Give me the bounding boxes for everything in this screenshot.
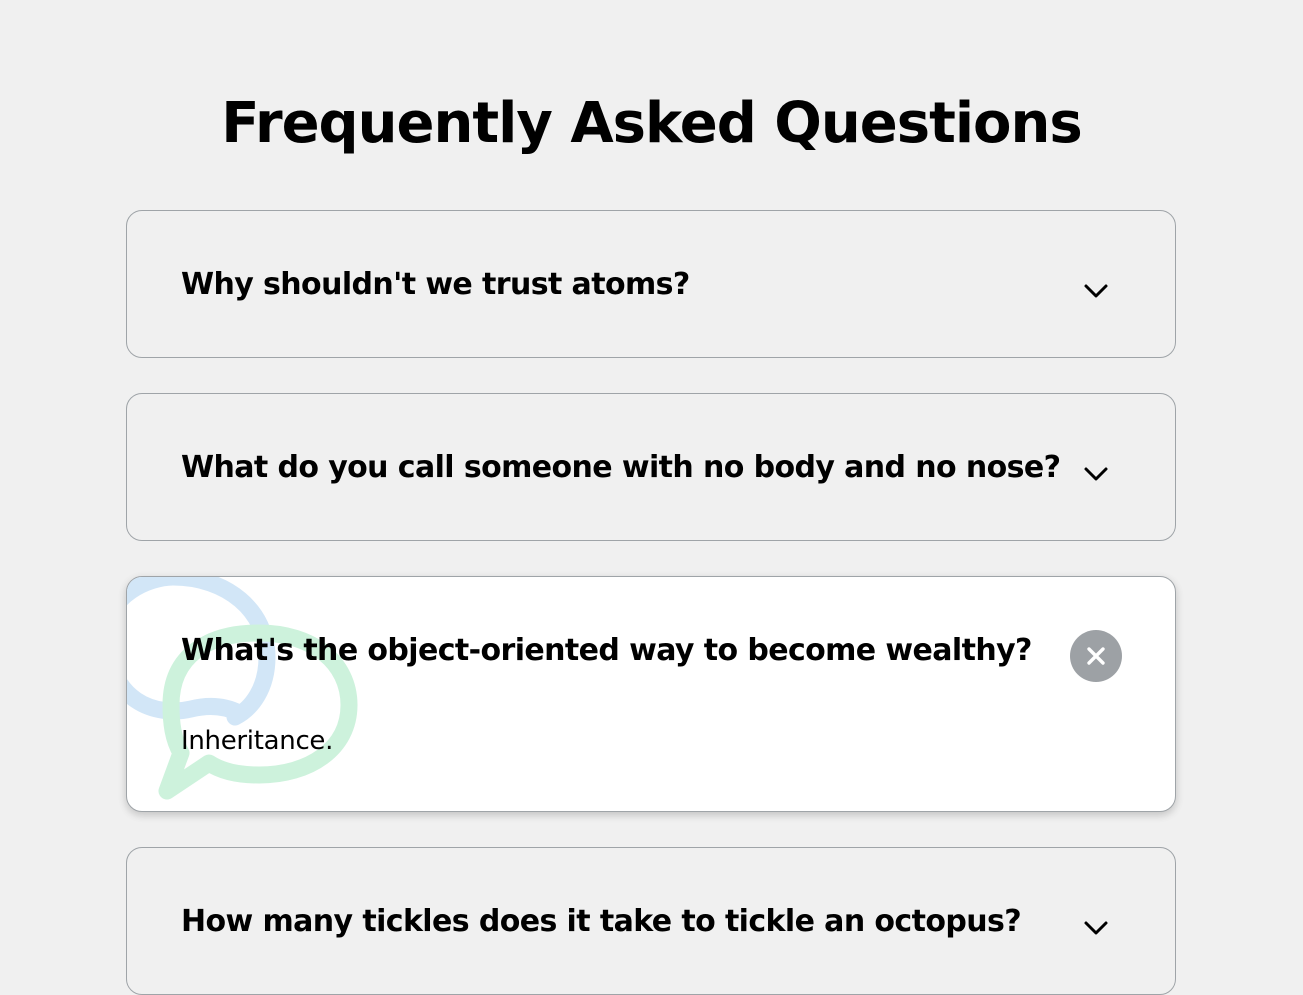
- faq-item[interactable]: What do you call someone with no body an…: [126, 393, 1176, 541]
- faq-toggle-button[interactable]: [1070, 902, 1122, 954]
- faq-toggle-button[interactable]: [1070, 265, 1122, 317]
- faq-item-active[interactable]: What's the object-oriented way to become…: [126, 576, 1176, 812]
- faq-toggle-button[interactable]: [1070, 448, 1122, 500]
- faq-question[interactable]: Why shouldn't we trust atoms?: [181, 265, 690, 305]
- page-title: Frequently Asked Questions: [221, 91, 1082, 156]
- close-icon: [1087, 647, 1105, 665]
- faq-item[interactable]: How many tickles does it take to tickle …: [126, 847, 1176, 995]
- chevron-down-icon: [1084, 467, 1108, 481]
- chevron-down-icon: [1084, 921, 1108, 935]
- faq-answer: Inheritance.: [181, 726, 334, 756]
- chat-bubbles-icon: [127, 577, 358, 800]
- faq-question[interactable]: What do you call someone with no body an…: [181, 448, 1061, 488]
- faq-close-button[interactable]: [1070, 630, 1122, 682]
- chevron-down-icon: [1084, 284, 1108, 298]
- faq-item[interactable]: Why shouldn't we trust atoms?: [126, 210, 1176, 358]
- faq-question[interactable]: How many tickles does it take to tickle …: [181, 902, 1022, 942]
- faq-question[interactable]: What's the object-oriented way to become…: [181, 631, 1032, 671]
